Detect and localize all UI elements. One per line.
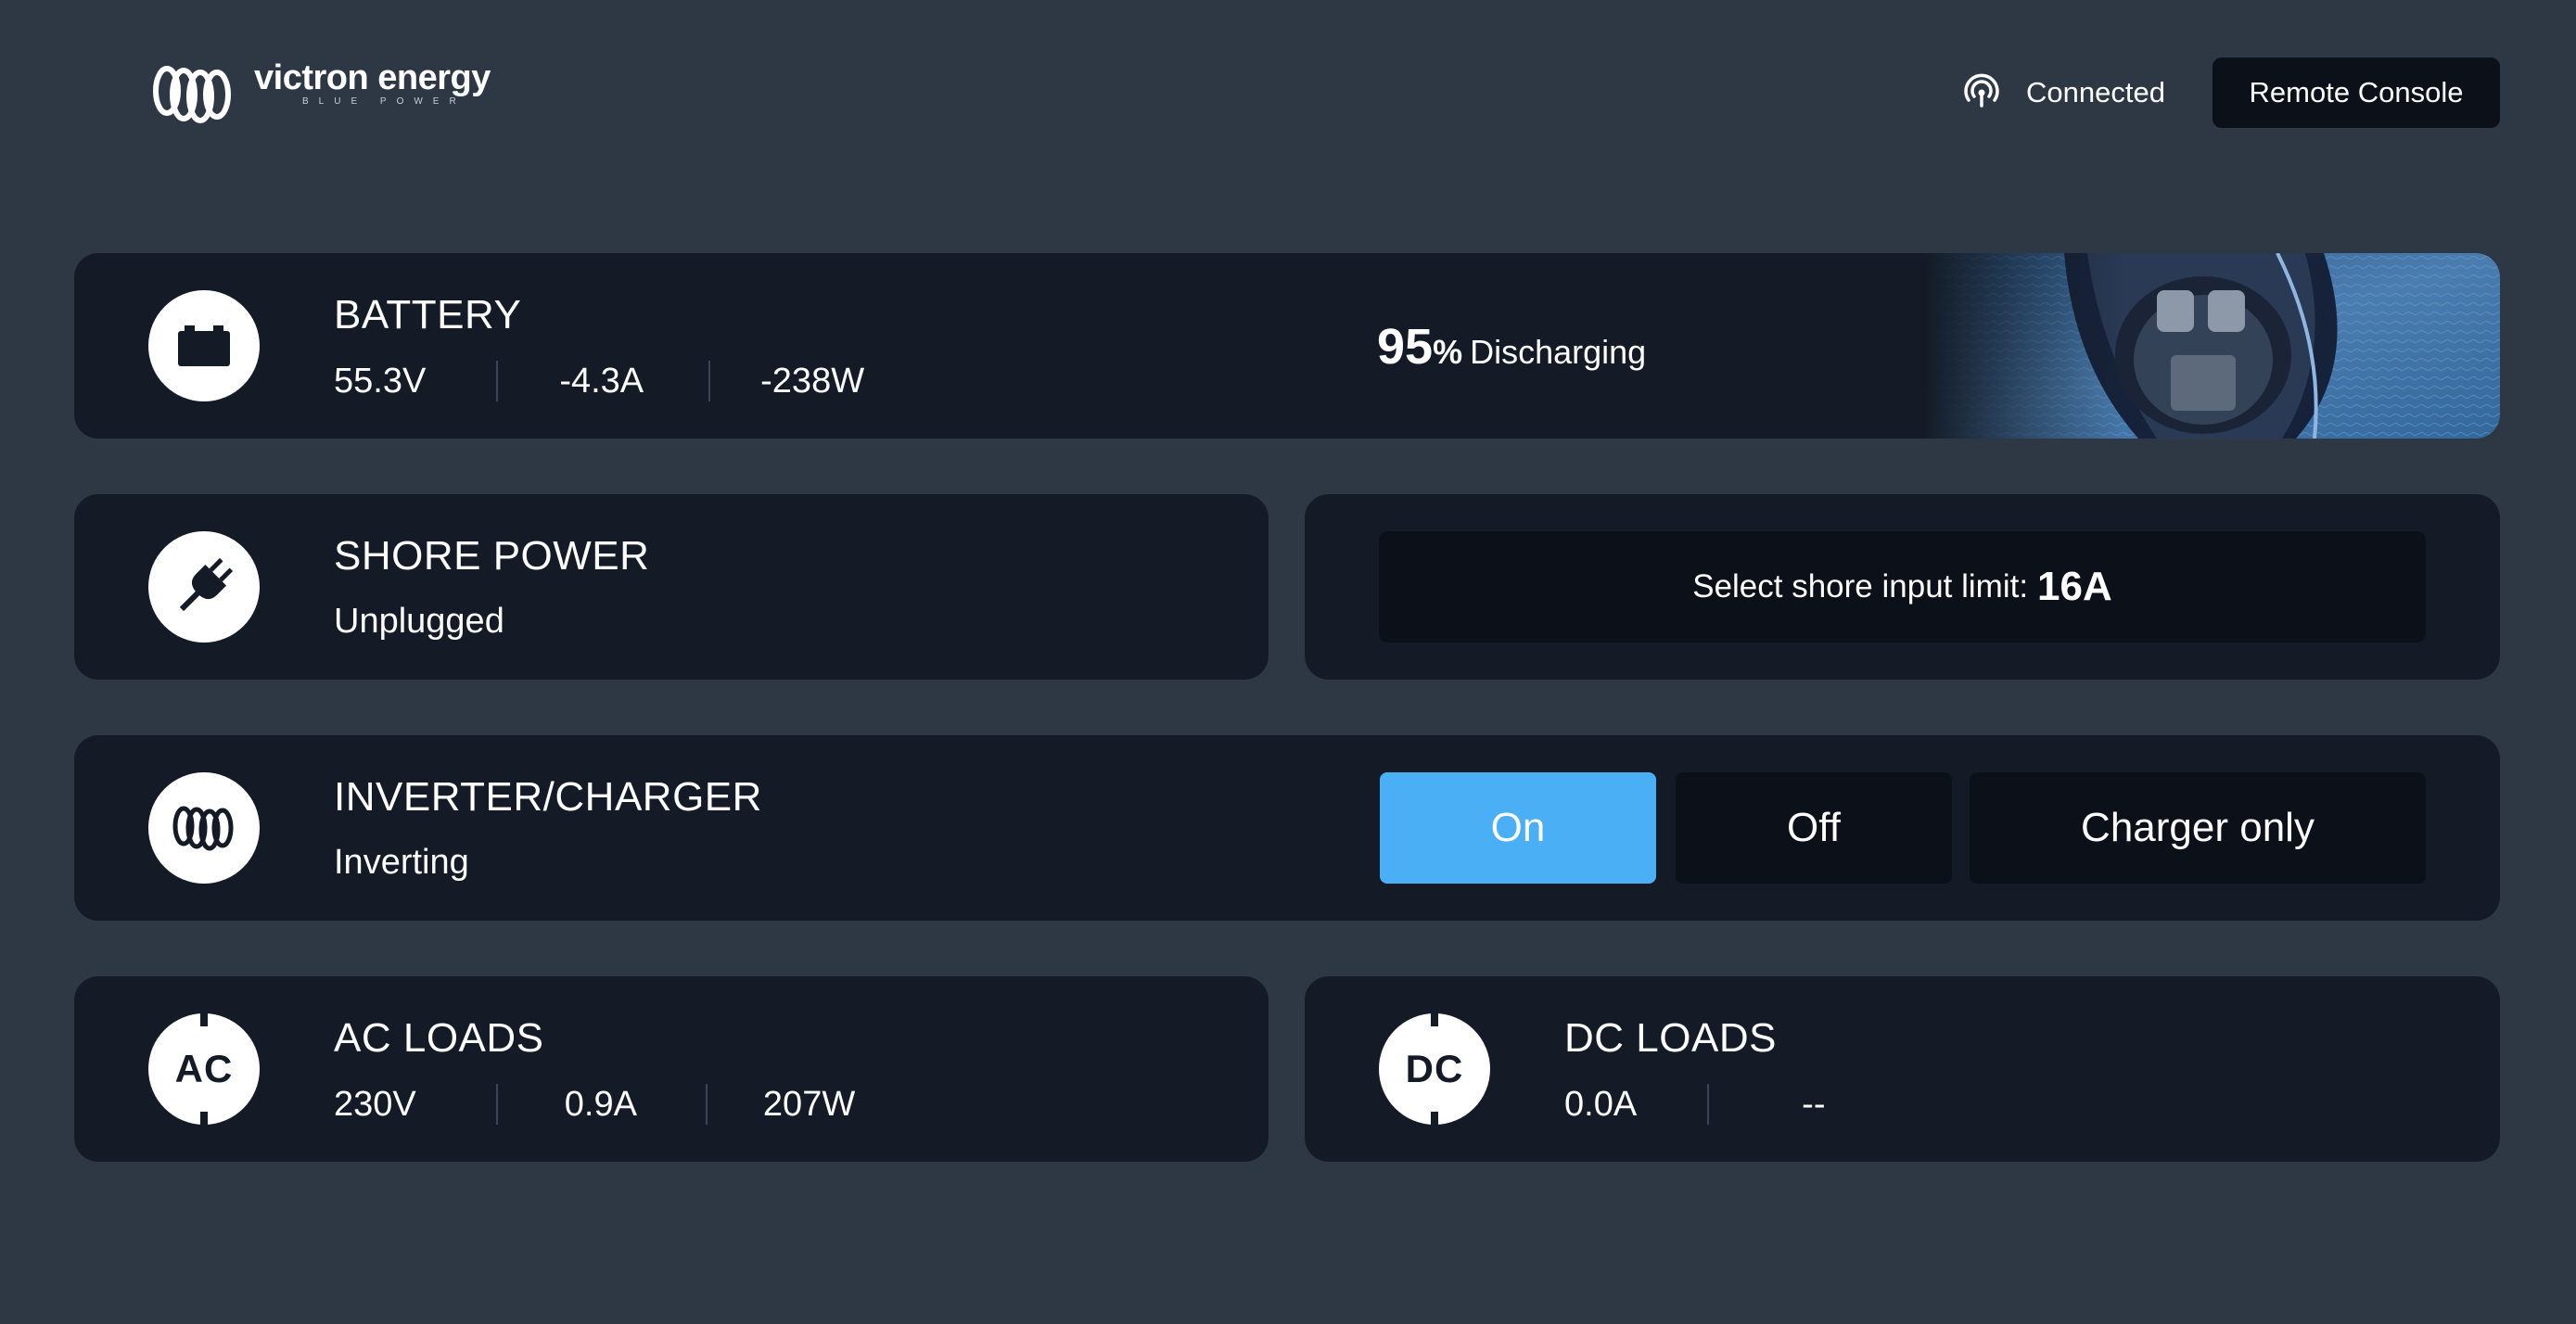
shore-input-limit-button[interactable]: Select shore input limit: 16A xyxy=(1379,531,2426,643)
shore-limit-card: Select shore input limit: 16A xyxy=(1305,494,2500,680)
ac-loads-metrics: 230V 0.9A 207W xyxy=(334,1084,855,1125)
inverter-status: Inverting xyxy=(334,843,469,882)
dc-icon-label: DC xyxy=(1405,1047,1464,1090)
ac-loads-title: AC LOADS xyxy=(334,1015,544,1061)
shore-power-card: SHORE POWER Unplugged xyxy=(74,494,1269,680)
boat-background-image xyxy=(1925,253,2500,439)
connection-label: Connected xyxy=(2026,76,2165,108)
dc-loads-title: DC LOADS xyxy=(1564,1015,1777,1061)
inverter-icon-circle xyxy=(148,772,260,884)
battery-metrics: 55.3V -4.3A -238W xyxy=(334,361,864,401)
soc-value: 95 xyxy=(1377,319,1434,375)
ac-icon-circle: AC xyxy=(148,1013,260,1125)
dc-loads-card: DC DC LOADS 0.0A -- xyxy=(1305,976,2500,1162)
dc-icon-notch-top xyxy=(1431,1013,1438,1026)
shore-icon-circle xyxy=(148,531,260,643)
dc-power: -- xyxy=(1802,1084,1826,1124)
shore-power-title: SHORE POWER xyxy=(334,533,650,579)
header: victron energy BLUE POWER Connected Remo… xyxy=(0,0,2576,185)
ac-power: 207W xyxy=(762,1084,856,1124)
shore-limit-value: 16A xyxy=(2037,564,2112,609)
dc-current: 0.0A xyxy=(1564,1084,1638,1124)
mode-charger-only-button[interactable]: Charger only xyxy=(1970,772,2426,884)
battery-icon-circle xyxy=(148,290,260,401)
victron-logo: victron energy BLUE POWER xyxy=(147,57,491,130)
ac-icon-notch-bottom xyxy=(200,1112,208,1125)
shore-limit-label: Select shore input limit: xyxy=(1692,568,2029,605)
divider xyxy=(496,361,499,401)
battery-current: -4.3A xyxy=(559,361,644,401)
connection-status: Connected xyxy=(1961,72,2165,113)
divider xyxy=(708,361,711,401)
wifi-signal-icon xyxy=(1964,73,1999,108)
ac-loads-card: AC AC LOADS 230V 0.9A 207W xyxy=(74,976,1269,1162)
shore-power-status: Unplugged xyxy=(334,602,504,641)
divider xyxy=(705,1084,708,1125)
ac-current: 0.9A xyxy=(564,1084,637,1124)
soc-unit: % xyxy=(1433,333,1463,371)
divider xyxy=(1707,1084,1710,1125)
ac-icon-notch-top xyxy=(200,1013,208,1026)
battery-power: -238W xyxy=(760,361,865,401)
battery-card: BATTERY 55.3V -4.3A -238W 95 % Dischargi… xyxy=(74,253,2500,439)
ac-icon-label: AC xyxy=(174,1047,234,1090)
victron-inverter-icon xyxy=(172,806,234,851)
dc-icon-notch-bottom xyxy=(1431,1112,1438,1125)
dc-loads-metrics: 0.0A -- xyxy=(1564,1084,1825,1125)
plug-icon xyxy=(179,557,234,612)
battery-voltage: 55.3V xyxy=(334,361,427,401)
inverter-title: INVERTER/CHARGER xyxy=(334,774,762,820)
inverter-charger-card: INVERTER/CHARGER Inverting On Off Charge… xyxy=(74,735,2500,921)
victron-logo-icon xyxy=(153,66,231,123)
remote-console-button[interactable]: Remote Console xyxy=(2213,57,2500,128)
mode-off-button[interactable]: Off xyxy=(1676,772,1952,884)
battery-icon xyxy=(178,325,230,366)
dc-icon-circle: DC xyxy=(1379,1013,1490,1125)
mode-on-button[interactable]: On xyxy=(1380,772,1656,884)
brand-name: victron energy xyxy=(254,58,491,97)
ac-voltage: 230V xyxy=(334,1084,416,1124)
divider xyxy=(495,1084,498,1125)
brand-tagline: BLUE POWER xyxy=(302,96,466,107)
battery-state: Discharging xyxy=(1470,333,1647,371)
battery-title: BATTERY xyxy=(334,292,522,337)
battery-soc: 95 % Discharging xyxy=(1377,318,1646,376)
